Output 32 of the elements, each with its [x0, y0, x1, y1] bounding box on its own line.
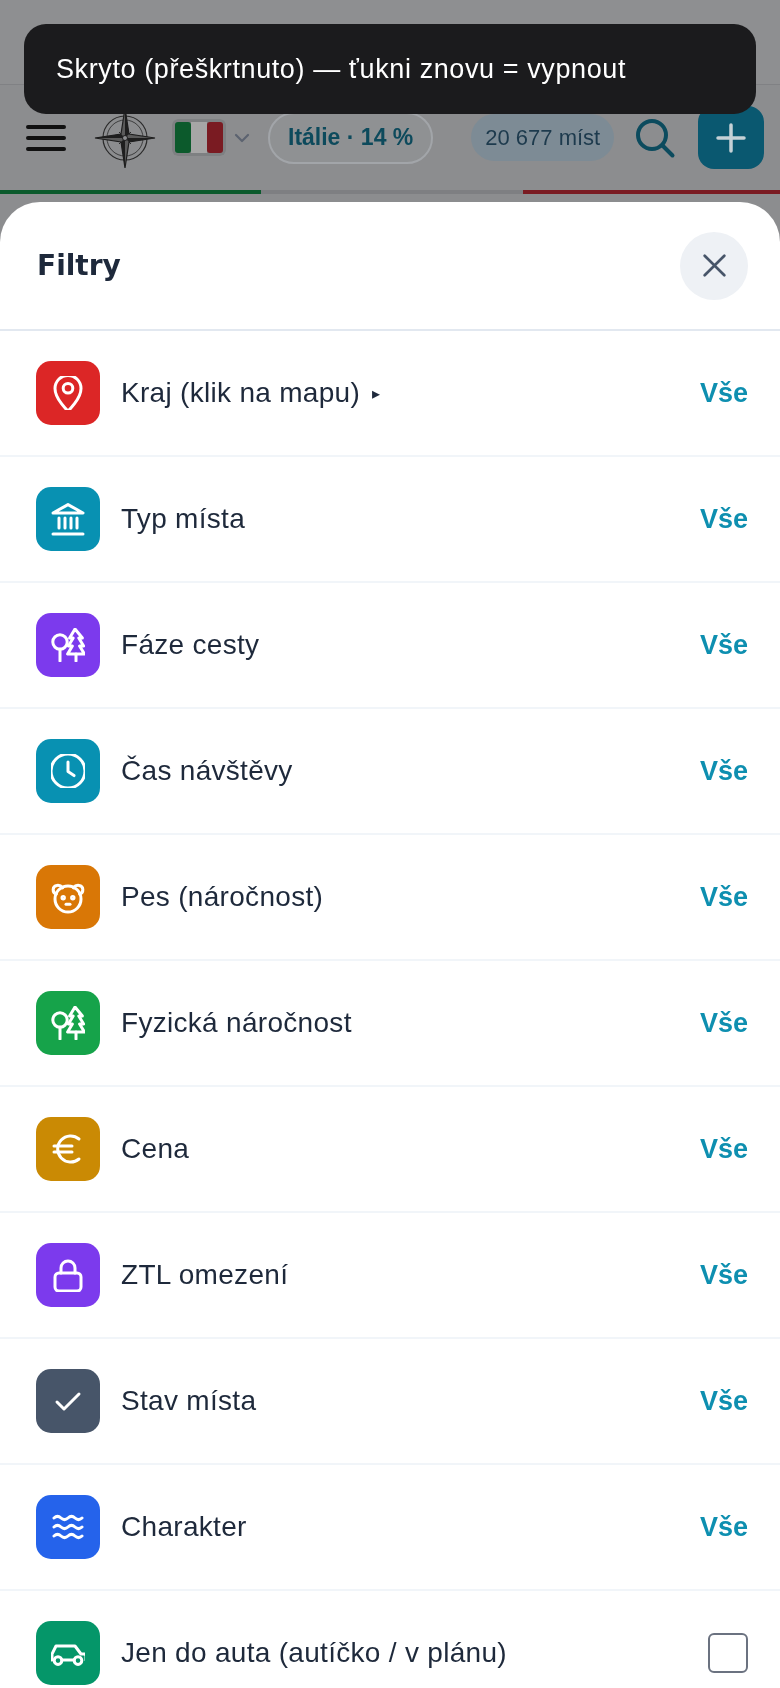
expand-arrow: ▸: [372, 383, 381, 403]
filter-label[interactable]: Typ místa: [121, 503, 246, 535]
filter-label[interactable]: Pes (náročnost): [121, 881, 324, 913]
filter-label[interactable]: Cena: [121, 1133, 190, 1165]
toast-message: Skryto (přeškrtnuto) — ťukni znovu = vypnout: [56, 53, 626, 85]
filter-label[interactable]: Kraj (klik na mapu): [121, 377, 361, 409]
filter-label[interactable]: Fáze cesty: [121, 629, 260, 661]
filter-value[interactable]: Vše: [699, 881, 748, 913]
filter-value[interactable]: Vše: [699, 1511, 748, 1543]
filter-value[interactable]: Vše: [699, 1007, 748, 1039]
filter-label[interactable]: Stav místa: [121, 1385, 257, 1417]
filter-value[interactable]: Vše: [699, 629, 748, 661]
filter-label[interactable]: Čas návštěvy: [121, 755, 293, 787]
close-icon: [701, 253, 727, 278]
filter-value[interactable]: Vše: [699, 503, 748, 535]
filter-label[interactable]: ZTL omezení: [121, 1259, 289, 1291]
filter-label[interactable]: Jen do auta (autíčko / v plánu): [121, 1637, 507, 1669]
menu-icon[interactable]: [26, 123, 66, 152]
checkbox[interactable]: [708, 1633, 748, 1673]
sheet-title: Filtry: [37, 249, 121, 282]
search-icon[interactable]: [634, 116, 677, 159]
filter-label[interactable]: Charakter: [121, 1511, 247, 1543]
filter-value[interactable]: Vše: [699, 1385, 748, 1417]
italy-flag-icon[interactable]: [172, 119, 226, 156]
filter-value[interactable]: Vše: [699, 755, 748, 787]
add-button[interactable]: [698, 106, 765, 169]
place-count-pill: 20 677 míst: [471, 114, 615, 161]
filter-value[interactable]: Vše: [699, 1259, 748, 1291]
filter-value[interactable]: Vše: [699, 377, 748, 409]
filter-label[interactable]: Fyzická náročnost: [121, 1007, 352, 1039]
plus-icon: [716, 122, 747, 153]
filter-value[interactable]: Vše: [699, 1133, 748, 1165]
